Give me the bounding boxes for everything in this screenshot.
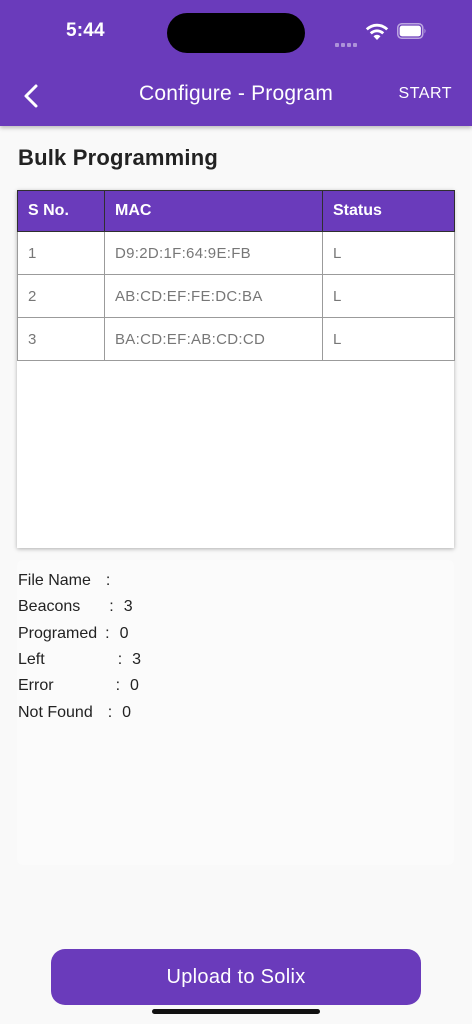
cellular-signal-icon	[335, 34, 361, 47]
dynamic-island	[167, 13, 305, 53]
cell-status: L	[322, 274, 455, 318]
app-bar: 5:44 Configure - Program START	[0, 0, 472, 126]
summary-value: 3	[132, 651, 142, 668]
status-time: 5:44	[66, 20, 105, 41]
summary-label: Programed	[18, 625, 98, 642]
summary-separator: :	[105, 572, 111, 589]
start-button[interactable]: START	[399, 85, 452, 103]
table-row[interactable]: 1 D9:2D:1F:64:9E:FB L	[17, 231, 455, 275]
section-title: Bulk Programming	[18, 145, 219, 170]
summary-label: File Name	[18, 572, 91, 589]
beacon-table-card: S No. MAC Status 1 D9:2D:1F:64:9E:FB L 2…	[17, 190, 455, 548]
table-row[interactable]: 3 BA:CD:EF:AB:CD:CD L	[17, 317, 455, 361]
summary-left: Left:3	[18, 651, 141, 669]
cell-mac: AB:CD:EF:FE:DC:BA	[104, 274, 323, 318]
chevron-left-icon[interactable]	[16, 80, 48, 112]
home-indicator	[152, 1009, 320, 1014]
summary-separator: :	[107, 704, 113, 721]
summary-label: Not Found	[18, 704, 93, 721]
cell-mac: D9:2D:1F:64:9E:FB	[104, 231, 323, 275]
column-header-sno: S No.	[17, 190, 105, 232]
cell-sno: 3	[17, 317, 105, 361]
summary-separator: :	[115, 677, 121, 694]
column-header-mac: MAC	[104, 190, 323, 232]
summary-beacons: Beacons:3	[18, 598, 133, 616]
summary-programed: Programed:0	[18, 625, 129, 643]
cell-sno: 2	[17, 274, 105, 318]
beacon-table: S No. MAC Status 1 D9:2D:1F:64:9E:FB L 2…	[17, 190, 455, 361]
screen: 5:44 Configure - Program START Bulk Prog…	[0, 0, 472, 1024]
summary-not-found: Not Found:0	[18, 704, 131, 722]
summary-value: 0	[122, 704, 132, 721]
summary-value: 0	[119, 625, 129, 642]
battery-icon	[397, 23, 426, 39]
page-title: Configure - Program	[138, 82, 334, 105]
table-header-row: S No. MAC Status	[17, 190, 455, 232]
summary-file-name: File Name:	[18, 572, 118, 590]
table-row[interactable]: 2 AB:CD:EF:FE:DC:BA L	[17, 274, 455, 318]
summary-value: 0	[130, 677, 139, 694]
summary-error: Error:0	[18, 677, 139, 695]
cell-status: L	[322, 317, 455, 361]
summary-label: Beacons	[18, 598, 81, 615]
summary-separator: :	[117, 651, 123, 668]
summary-label: Left	[18, 651, 45, 668]
summary-value: 3	[123, 598, 133, 615]
cell-status: L	[322, 231, 455, 275]
column-header-status: Status	[322, 190, 455, 232]
cell-sno: 1	[17, 231, 105, 275]
cell-mac: BA:CD:EF:AB:CD:CD	[104, 317, 323, 361]
summary-separator: :	[109, 598, 114, 615]
summary-card: File Name: Beacons:3 Programed:0 Left:3 …	[17, 560, 454, 865]
wifi-icon	[365, 23, 389, 40]
summary-label: Error	[18, 677, 54, 694]
upload-button[interactable]: Upload to Solix	[51, 949, 421, 1005]
summary-separator: :	[105, 625, 110, 642]
